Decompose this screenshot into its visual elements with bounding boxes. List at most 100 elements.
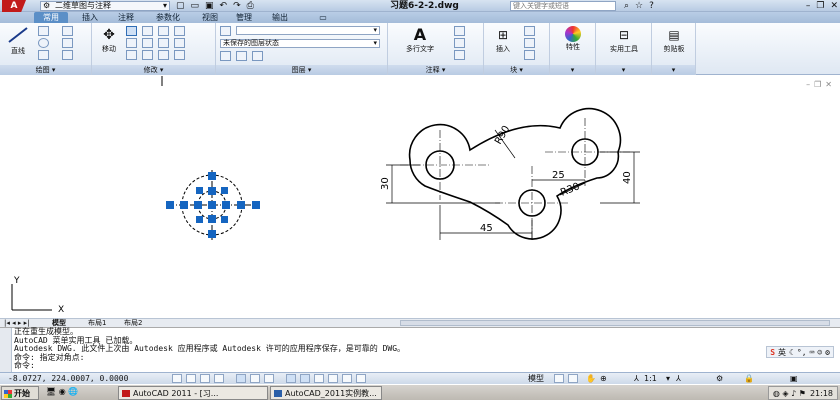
3d-osnap-toggle[interactable] — [250, 374, 260, 383]
command-window[interactable]: 正在重生成模型。 AutoCAD 菜单实用工具 已加载。 Autodesk DW… — [0, 327, 840, 373]
tab-view[interactable]: 视图 — [196, 12, 224, 23]
drawing-area[interactable]: – ❐ ✕ R90 R30 25 30 40 45 Y X — [0, 76, 840, 318]
new-icon[interactable]: ▢ — [176, 0, 185, 12]
properties-button[interactable]: 特性 — [554, 26, 592, 52]
layer-dropdown[interactable]: ▾ — [236, 26, 380, 35]
taskbar-item-word[interactable]: AutoCAD_2011实例教... — [270, 386, 382, 400]
scale-icon[interactable] — [126, 50, 137, 60]
tab-insert[interactable]: 插入 — [76, 12, 104, 23]
quick-properties-toggle[interactable] — [342, 374, 352, 383]
region-icon[interactable] — [62, 50, 73, 60]
save-icon[interactable]: ▣ — [205, 0, 214, 12]
clipboard-panel-title[interactable]: ▾ — [652, 65, 695, 75]
part-drawing[interactable] — [408, 107, 622, 240]
layer-isolate-icon[interactable] — [236, 51, 247, 61]
layer-state-dropdown[interactable]: 未保存的图层状态 ▾ — [220, 39, 380, 48]
annotation-scale[interactable]: 1:1 — [644, 373, 657, 384]
tab-model[interactable]: 模型 — [52, 319, 66, 327]
chevron-down-icon[interactable]: ▾ — [666, 373, 670, 384]
command-prompt[interactable]: 命令: — [14, 361, 840, 371]
workspace-switch-icon[interactable]: ⚙ — [716, 373, 723, 384]
communication-icon[interactable]: ☆ — [635, 0, 643, 12]
edit-block-icon[interactable] — [524, 38, 535, 48]
insert-button[interactable]: ⊞ 插入 — [488, 26, 518, 54]
move-button[interactable]: ✥ 移动 — [96, 26, 122, 54]
explode-icon[interactable] — [174, 38, 185, 48]
tray-icons[interactable]: ◍ ◈ ♪ ⚑ — [773, 387, 806, 399]
search-input[interactable]: 键入关键字或短语 — [510, 1, 616, 11]
zoom-icon[interactable]: ⊕ — [600, 373, 607, 384]
coordinate-readout[interactable]: -8.0727, 224.0007, 0.0000 — [8, 373, 128, 384]
quick-view-drawings-icon[interactable] — [568, 374, 578, 383]
keyboard-icon[interactable]: ⌨ — [810, 347, 815, 357]
command-window-handle[interactable] — [0, 328, 12, 373]
rotate-icon[interactable] — [142, 26, 153, 36]
tab-nav-icons[interactable]: |◂ ◂ ▸ ▸| — [4, 319, 29, 327]
search-icon[interactable]: ⌕ — [624, 0, 629, 12]
block-attribute-icon[interactable] — [524, 50, 535, 60]
clipboard-button[interactable]: ▤ 剪贴板 — [654, 26, 694, 54]
model-space-label[interactable]: 模型 — [528, 373, 544, 384]
fillet-icon[interactable] — [158, 38, 169, 48]
tab-output[interactable]: 输出 — [266, 12, 294, 23]
plot-icon[interactable]: ⎙ — [247, 0, 254, 12]
mtext-button[interactable]: A 多行文字 — [392, 26, 448, 54]
redo-icon[interactable]: ↷ — [233, 0, 241, 12]
offset-icon[interactable] — [158, 50, 169, 60]
selected-circles[interactable] — [166, 170, 260, 240]
mirror-icon[interactable] — [142, 38, 153, 48]
ime-language[interactable]: 英 — [778, 347, 786, 357]
layer-off-icon[interactable] — [220, 51, 231, 61]
annotation-visibility-icon[interactable]: ⅄ — [676, 373, 681, 384]
tab-parametric[interactable]: 参数化 — [148, 12, 188, 23]
lineweight-toggle[interactable] — [314, 374, 324, 383]
tab-layout1[interactable]: 布局1 — [88, 319, 106, 327]
rectangle-icon[interactable] — [62, 26, 73, 36]
moon-icon[interactable]: ☾ — [789, 347, 794, 357]
ime-toolbar[interactable]: S 英 ☾ °, ⌨ ☺ ⚙ — [766, 346, 834, 358]
layer-freeze-icon[interactable] — [252, 51, 263, 61]
open-icon[interactable]: ▭ — [191, 0, 200, 12]
dyn-toggle[interactable] — [300, 374, 310, 383]
ducs-toggle[interactable] — [286, 374, 296, 383]
copy-icon[interactable] — [126, 26, 137, 36]
ribbon-minimize-button[interactable]: ▭ — [314, 12, 332, 23]
layers-panel-title[interactable]: 图层 ▾ — [216, 65, 387, 75]
hatch-icon[interactable] — [62, 38, 73, 48]
help-icon[interactable]: ? — [649, 0, 654, 12]
snap-toggle[interactable] — [172, 374, 182, 383]
modify-panel-title[interactable]: 修改 ▾ — [92, 65, 215, 75]
array-icon[interactable] — [142, 50, 153, 60]
osnap-toggle[interactable] — [236, 374, 246, 383]
tab-manage[interactable]: 管理 — [230, 12, 258, 23]
quicklaunch-icons[interactable]: 🖥 ◉ 🌐 — [46, 385, 78, 399]
workspace-selector[interactable]: ⚙ 二维草图与注释 ▾ — [40, 1, 170, 11]
minimize-icon[interactable]: – — [806, 0, 811, 12]
tab-annotate[interactable]: 注释 — [112, 12, 140, 23]
quick-view-layouts-icon[interactable] — [554, 374, 564, 383]
clean-screen-icon[interactable]: ▣ — [790, 373, 798, 384]
pan-icon[interactable]: ✋ — [586, 373, 596, 384]
table-icon[interactable] — [454, 50, 465, 60]
selection-cycling-toggle[interactable] — [356, 374, 366, 383]
settings-icon[interactable]: ⚙ — [825, 347, 830, 357]
draw-panel-title[interactable]: 绘图 ▾ — [0, 65, 91, 75]
punctuation-icon[interactable]: °, — [797, 347, 807, 357]
utilities-button[interactable]: ⊟ 实用工具 — [600, 26, 648, 54]
transparency-toggle[interactable] — [328, 374, 338, 383]
layer-properties-icon[interactable] — [220, 26, 231, 36]
lock-icon[interactable]: 🔒 — [744, 373, 754, 384]
grid-toggle[interactable] — [186, 374, 196, 383]
tab-home[interactable]: 常用 — [34, 12, 68, 23]
dimension-icon[interactable] — [454, 26, 465, 36]
join-icon[interactable] — [174, 50, 185, 60]
user-icon[interactable]: ☺ — [817, 347, 822, 357]
line-button[interactable]: 直线 — [4, 26, 32, 56]
polar-toggle[interactable] — [214, 374, 224, 383]
block-panel-title[interactable]: 块 ▾ — [484, 65, 549, 75]
otrack-toggle[interactable] — [264, 374, 274, 383]
start-button[interactable]: 开始 — [1, 386, 39, 400]
create-block-icon[interactable] — [524, 26, 535, 36]
ortho-toggle[interactable] — [200, 374, 210, 383]
trim-icon[interactable] — [158, 26, 169, 36]
